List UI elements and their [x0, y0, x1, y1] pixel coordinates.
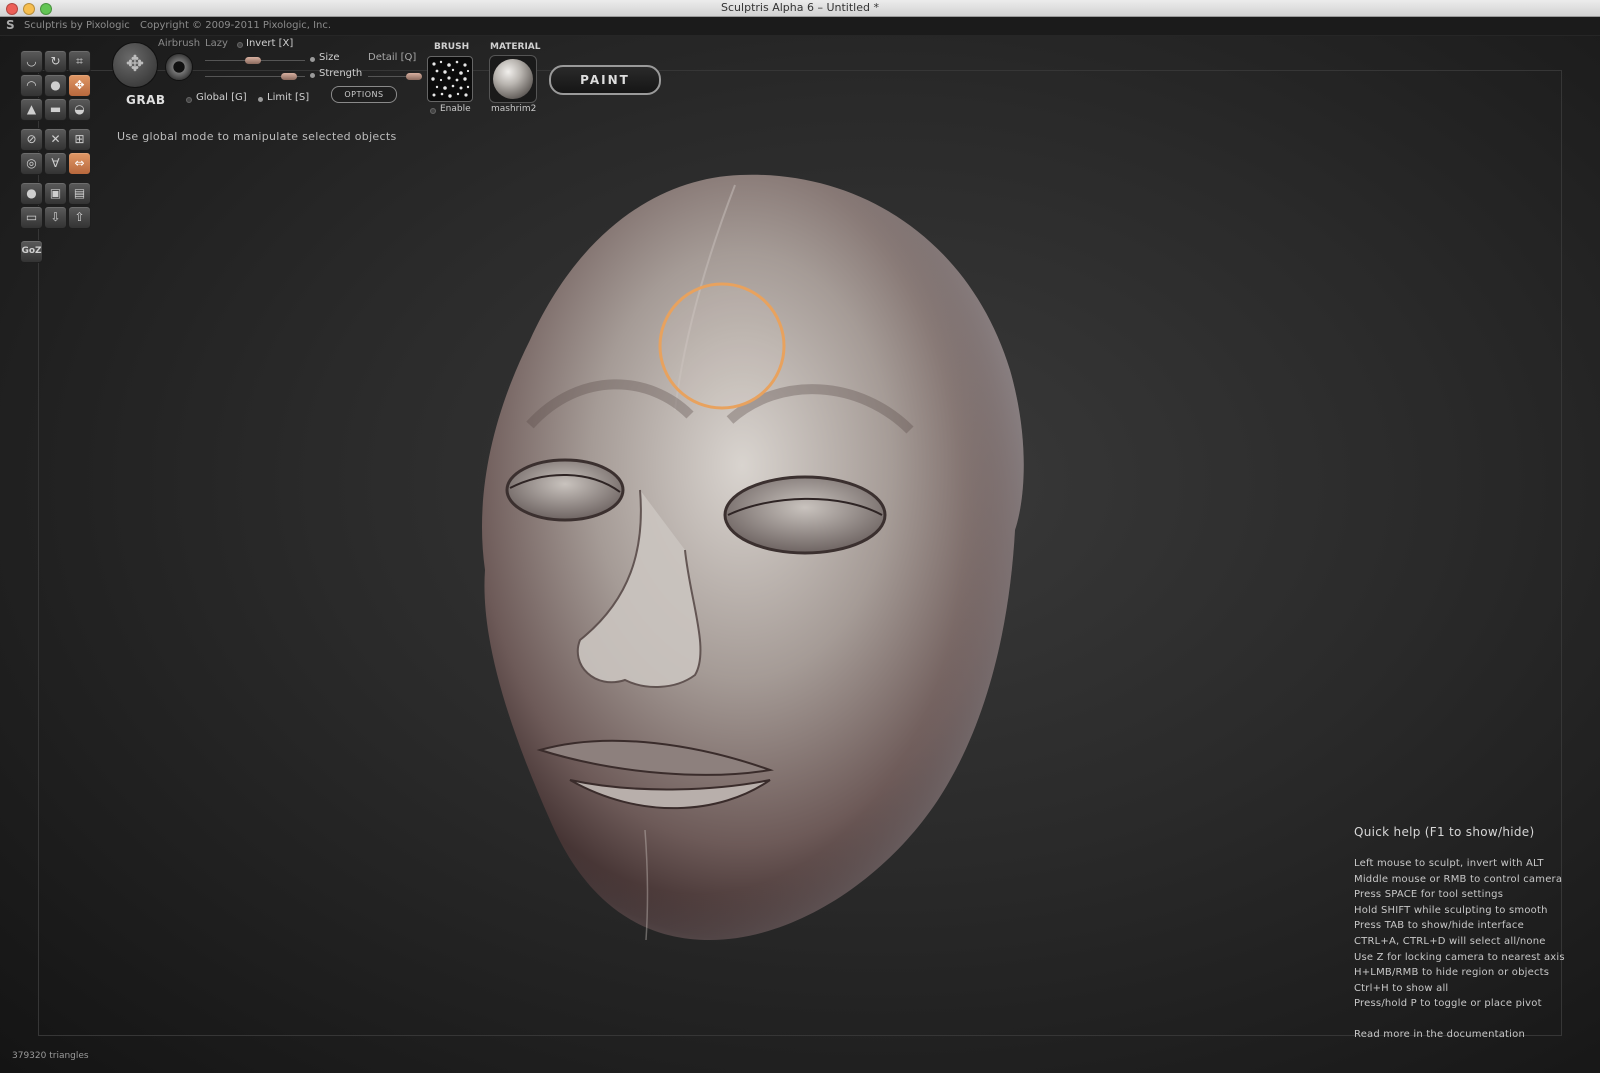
head-rim-light [482, 174, 1024, 940]
quick-help-line: Press SPACE for tool settings [1354, 889, 1504, 901]
reduce-brush-icon[interactable]: ⊘ [20, 128, 43, 151]
paint-mode-button[interactable]: PAINT [549, 65, 661, 95]
brush-cursor-ring [658, 282, 786, 410]
subdivide-icon[interactable]: ⊞ [68, 128, 91, 151]
global-checkbox[interactable] [186, 97, 192, 103]
size-slider-thumb[interactable] [245, 57, 262, 64]
quick-help-panel: Quick help (F1 to show/hide) Left mouse … [1354, 825, 1584, 1040]
strength-slider-thumb[interactable] [280, 73, 297, 80]
grab-tool-large-icon[interactable]: ✥ [112, 42, 158, 88]
quick-help-title[interactable]: Quick help (F1 to show/hide) [1354, 825, 1584, 839]
scale-icon[interactable]: ⌗ [68, 50, 91, 73]
global-label[interactable]: Global [G] [196, 92, 247, 103]
invert-checkbox[interactable] [237, 42, 243, 48]
material-name: mashrim2 [491, 104, 537, 114]
load-icon[interactable]: ▤ [68, 182, 91, 205]
quick-help-line: Ctrl+H to show all [1354, 982, 1449, 994]
left-eye [505, 458, 625, 522]
quick-help-line: Left mouse to sculpt, invert with ALT [1354, 858, 1544, 869]
limit-checkbox[interactable] [258, 97, 263, 102]
sphere-icon[interactable]: ● [20, 182, 43, 205]
smooth-icon[interactable]: ◒ [68, 98, 91, 121]
window-title: Sculptris Alpha 6 – Untitled * [721, 1, 879, 14]
save-icon[interactable]: ▣ [44, 182, 67, 205]
options-button[interactable]: OPTIONS [331, 86, 397, 103]
grab-tool-icon[interactable]: ✥ [68, 74, 91, 97]
mask-icon[interactable]: ◎ [20, 152, 43, 175]
quick-help-line: Use Z for locking camera to nearest axis [1354, 951, 1565, 963]
detail-slider-thumb[interactable] [406, 73, 422, 80]
reduce-selection-icon[interactable]: ✕ [44, 128, 67, 151]
app-header: S Sculptris by Pixologic Copyright © 200… [0, 17, 1600, 36]
symmetry-icon[interactable]: ⇔ [68, 152, 91, 175]
invert-label[interactable]: Invert [X] [246, 38, 293, 49]
quick-help-line: Hold SHIFT while sculpting to smooth [1354, 904, 1548, 916]
brush-alpha-pattern-icon [431, 60, 470, 98]
goz-button[interactable]: GoZ [20, 240, 43, 263]
triangle-count: 379320 triangles [12, 1051, 89, 1061]
strength-dot [310, 73, 315, 78]
flatten-icon[interactable]: ▬ [44, 98, 67, 121]
quick-help-line: Middle mouse or RMB to control camera [1354, 873, 1563, 885]
rotate-icon[interactable]: ↻ [44, 50, 67, 73]
crease-icon[interactable]: ◡ [20, 50, 43, 73]
lazy-label[interactable]: Lazy [205, 38, 228, 49]
material-heading: MATERIAL [490, 42, 541, 52]
app-name: Sculptris by Pixologic [24, 20, 130, 31]
pinch-icon[interactable]: ▲ [20, 98, 43, 121]
quick-help-line: CTRL+A, CTRL+D will select all/none [1354, 935, 1546, 947]
brush-size-preview-icon [165, 53, 193, 81]
draw-icon[interactable]: ◠ [20, 74, 43, 97]
export-icon[interactable]: ⇧ [68, 206, 91, 229]
strength-label: Strength [319, 68, 363, 79]
quick-help-line: Press/hold P to toggle or place pivot [1354, 998, 1542, 1010]
limit-label[interactable]: Limit [S] [267, 92, 309, 103]
size-dot [310, 57, 315, 62]
size-label: Size [319, 52, 340, 63]
quick-help-line: H+LMB/RMB to hide region or objects [1354, 967, 1550, 979]
detail-label[interactable]: Detail [Q] [368, 52, 416, 63]
sculpted-head-model[interactable] [470, 170, 1050, 960]
material-thumbnail[interactable] [489, 55, 537, 103]
documentation-link[interactable]: Read more in the documentation [1354, 1029, 1584, 1040]
wireframe-icon[interactable]: ∀ [44, 152, 67, 175]
brush-heading: BRUSH [434, 42, 470, 52]
brush-enable-label[interactable]: Enable [440, 104, 471, 114]
import-icon[interactable]: ⇩ [44, 206, 67, 229]
inflate-icon[interactable]: ● [44, 74, 67, 97]
quick-help-line: Press TAB to show/hide interface [1354, 920, 1524, 932]
brush-enable-checkbox[interactable] [430, 108, 436, 114]
airbrush-label[interactable]: Airbrush [158, 38, 200, 49]
copyright-text: Copyright © 2009-2011 Pixologic, Inc. [140, 20, 332, 31]
brush-alpha-thumbnail[interactable] [427, 56, 473, 102]
sculptris-logo-icon: S [6, 18, 15, 32]
right-eye [723, 475, 887, 555]
plane-icon[interactable]: ▭ [20, 206, 43, 229]
window-titlebar: Sculptris Alpha 6 – Untitled * [0, 0, 1600, 17]
material-sphere-icon [493, 59, 533, 99]
tool-name-label: GRAB [126, 93, 166, 107]
status-hint: Use global mode to manipulate selected o… [117, 130, 397, 143]
